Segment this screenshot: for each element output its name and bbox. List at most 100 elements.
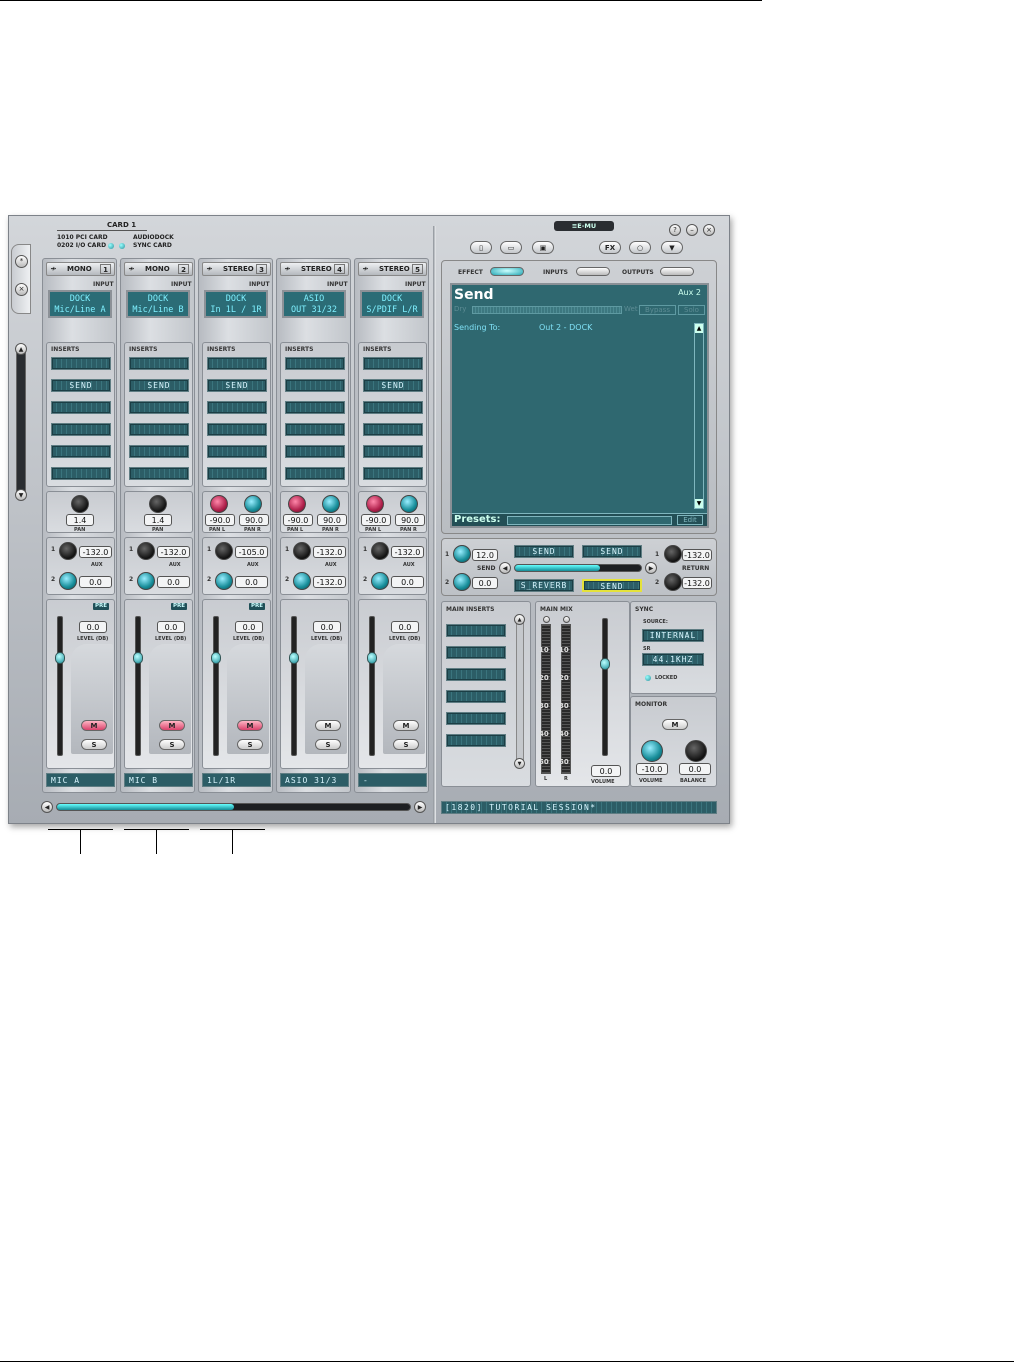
input-display[interactable]: DOCK Mic/Line B bbox=[126, 290, 190, 318]
aux-1-knob[interactable] bbox=[59, 542, 77, 560]
monitor-volume-value[interactable]: -10.0 bbox=[636, 763, 668, 775]
strip-type-tag[interactable]: ≁ STEREO 4 bbox=[280, 262, 349, 276]
scroll-right-icon[interactable]: ▶ bbox=[414, 801, 426, 813]
dry-wet-slider[interactable] bbox=[472, 306, 622, 314]
effect-scrollbar[interactable]: ▲ ▼ bbox=[694, 323, 704, 509]
input-display[interactable]: DOCK Mic/Line A bbox=[48, 290, 112, 318]
dropdown-icon[interactable]: ▼ bbox=[661, 241, 683, 254]
insert-slot[interactable] bbox=[51, 357, 111, 370]
aux-insert-slot-4[interactable]: SEND bbox=[582, 579, 642, 592]
pan-value[interactable]: 1.4 bbox=[66, 514, 94, 526]
monitor-balance-value[interactable]: 0.0 bbox=[679, 763, 711, 775]
tab-inputs[interactable] bbox=[576, 267, 610, 276]
insert-slot[interactable] bbox=[285, 357, 345, 370]
insert-slot[interactable]: SEND bbox=[51, 379, 111, 392]
monitor-mute-button[interactable]: M bbox=[662, 719, 688, 730]
input-display[interactable]: DOCK In 1L / 1R bbox=[204, 290, 268, 318]
insert-slot[interactable] bbox=[51, 445, 111, 458]
input-display[interactable]: ASIO OUT 31/32 bbox=[282, 290, 346, 318]
send-2-knob[interactable] bbox=[453, 573, 471, 591]
level-value[interactable]: 0.0 bbox=[235, 621, 263, 633]
insert-slot[interactable] bbox=[51, 467, 111, 480]
main-inserts-scrollbar[interactable]: ▲ ▼ bbox=[514, 614, 525, 769]
level-fader-track[interactable] bbox=[213, 616, 219, 756]
aux-1-value[interactable]: -132.0 bbox=[391, 546, 424, 558]
strip-vertical-scrollbar[interactable]: ▲ ▼ bbox=[15, 343, 27, 501]
aux-2-knob[interactable] bbox=[137, 572, 155, 590]
presets-select[interactable] bbox=[507, 516, 672, 525]
strip-type-tag[interactable]: ≁ MONO 1 bbox=[46, 262, 115, 276]
level-fader[interactable] bbox=[133, 652, 143, 664]
pan-knob[interactable] bbox=[71, 495, 89, 513]
send-2-value[interactable]: 0.0 bbox=[472, 577, 498, 589]
strip-name[interactable]: ASIO 31/3 bbox=[280, 773, 349, 787]
level-fader-track[interactable] bbox=[57, 616, 63, 756]
scroll-right-icon[interactable]: ▶ bbox=[645, 562, 657, 574]
level-fader[interactable] bbox=[55, 652, 65, 664]
input-display[interactable]: DOCK S/PDIF L/R bbox=[360, 290, 424, 318]
mute-button[interactable]: M bbox=[315, 720, 341, 731]
monitor-balance-knob[interactable] bbox=[685, 740, 707, 762]
insert-slot[interactable] bbox=[207, 357, 267, 370]
pan-right-knob[interactable] bbox=[244, 495, 262, 513]
pan-right-value[interactable]: 90.0 bbox=[395, 514, 425, 526]
solo-button[interactable]: S bbox=[81, 739, 107, 750]
pan-value[interactable]: 1.4 bbox=[144, 514, 172, 526]
main-insert-slot[interactable] bbox=[446, 734, 506, 747]
aux-1-value[interactable]: -105.0 bbox=[235, 546, 268, 558]
pan-knob[interactable] bbox=[149, 495, 167, 513]
solo-button[interactable]: Solo bbox=[678, 305, 705, 315]
return-1-knob[interactable] bbox=[664, 545, 682, 563]
aux-scroll-thumb[interactable] bbox=[515, 565, 600, 571]
aux-insert-slot-2[interactable]: SEND bbox=[582, 545, 642, 558]
main-volume-fader[interactable] bbox=[600, 658, 610, 670]
monitor-volume-knob[interactable] bbox=[641, 740, 663, 762]
pan-right-value[interactable]: 90.0 bbox=[317, 514, 347, 526]
send-1-knob[interactable] bbox=[453, 545, 471, 563]
scroll-down-icon[interactable]: ▼ bbox=[514, 758, 525, 769]
aux-2-knob[interactable] bbox=[59, 572, 77, 590]
pre-badge[interactable]: PRE bbox=[171, 603, 187, 610]
pan-left-value[interactable]: -90.0 bbox=[283, 514, 313, 526]
asterisk-icon[interactable]: * bbox=[15, 255, 28, 268]
scroll-down-icon[interactable]: ▼ bbox=[15, 489, 27, 501]
new-session-icon[interactable]: ▯ bbox=[470, 241, 492, 254]
strip-name[interactable]: MIC B bbox=[124, 773, 193, 787]
insert-slot[interactable] bbox=[363, 467, 423, 480]
mute-button[interactable]: M bbox=[159, 720, 185, 731]
pan-left-knob[interactable] bbox=[366, 495, 384, 513]
insert-slot[interactable] bbox=[207, 423, 267, 436]
scroll-up-icon[interactable]: ▲ bbox=[514, 614, 525, 625]
main-insert-slot[interactable] bbox=[446, 690, 506, 703]
record-icon[interactable]: ○ bbox=[629, 241, 651, 254]
insert-slot[interactable] bbox=[51, 401, 111, 414]
aux-1-knob[interactable] bbox=[137, 542, 155, 560]
return-1-value[interactable]: -132.0 bbox=[682, 549, 712, 561]
scroll-up-icon[interactable]: ▲ bbox=[15, 343, 27, 355]
pan-left-knob[interactable] bbox=[210, 495, 228, 513]
aux-insert-slot-3[interactable]: S_REVERB bbox=[514, 579, 574, 592]
minimize-icon[interactable]: – bbox=[686, 224, 698, 236]
close-icon[interactable]: × bbox=[15, 283, 28, 296]
aux-2-value[interactable]: -132.0 bbox=[313, 576, 346, 588]
main-volume-value[interactable]: 0.0 bbox=[591, 765, 621, 777]
aux-1-value[interactable]: -132.0 bbox=[79, 546, 112, 558]
scroll-thumb[interactable] bbox=[57, 804, 234, 810]
insert-slot[interactable] bbox=[285, 401, 345, 414]
pan-right-knob[interactable] bbox=[400, 495, 418, 513]
insert-slot[interactable] bbox=[129, 423, 189, 436]
strip-name[interactable]: MIC A bbox=[46, 773, 115, 787]
insert-slot[interactable] bbox=[207, 401, 267, 414]
aux-2-value[interactable]: 0.0 bbox=[391, 576, 424, 588]
scroll-up-icon[interactable]: ▲ bbox=[695, 324, 703, 333]
return-2-knob[interactable] bbox=[664, 573, 682, 591]
level-value[interactable]: 0.0 bbox=[313, 621, 341, 633]
aux-2-value[interactable]: 0.0 bbox=[79, 576, 112, 588]
save-session-icon[interactable]: ▣ bbox=[532, 241, 554, 254]
mute-button[interactable]: M bbox=[237, 720, 263, 731]
aux-2-value[interactable]: 0.0 bbox=[157, 576, 190, 588]
strip-name[interactable]: 1L/1R bbox=[202, 773, 271, 787]
pan-left-value[interactable]: -90.0 bbox=[361, 514, 391, 526]
strip-type-tag[interactable]: ≁ STEREO 3 bbox=[202, 262, 271, 276]
close-window-icon[interactable]: × bbox=[703, 224, 715, 236]
